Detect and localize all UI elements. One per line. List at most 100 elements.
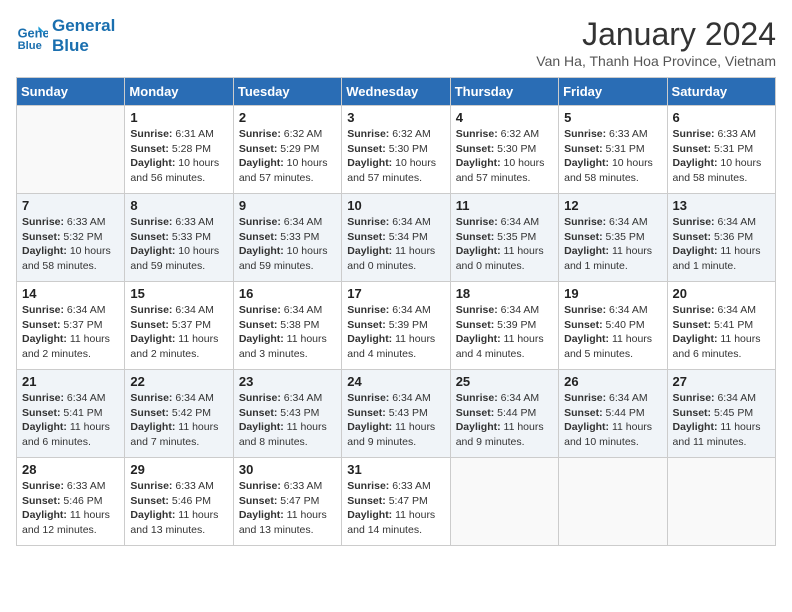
calendar-cell: 20Sunrise: 6:34 AMSunset: 5:41 PMDayligh… (667, 282, 775, 370)
day-details: Sunrise: 6:34 AMSunset: 5:37 PMDaylight:… (22, 303, 119, 362)
day-number: 13 (673, 198, 770, 213)
calendar-cell: 14Sunrise: 6:34 AMSunset: 5:37 PMDayligh… (17, 282, 125, 370)
day-details: Sunrise: 6:33 AMSunset: 5:33 PMDaylight:… (130, 215, 227, 274)
day-number: 4 (456, 110, 553, 125)
day-header-saturday: Saturday (667, 78, 775, 106)
day-number: 21 (22, 374, 119, 389)
day-number: 6 (673, 110, 770, 125)
day-details: Sunrise: 6:33 AMSunset: 5:46 PMDaylight:… (130, 479, 227, 538)
calendar-cell: 11 Sunrise: 6:34 AMSunset: 5:35 PMDayligh… (450, 194, 558, 282)
day-number: 19 (564, 286, 661, 301)
calendar-cell: 30 Sunrise: 6:33 AMSunset: 5:47 PMDayligh… (233, 458, 341, 546)
logo-icon: General Blue (16, 20, 48, 52)
day-details: Sunrise: 6:32 AMSunset: 5:30 PMDaylight:… (347, 127, 444, 186)
calendar-cell: 23 Sunrise: 6:34 AMSunset: 5:43 PMDayligh… (233, 370, 341, 458)
day-number: 22 (130, 374, 227, 389)
day-number: 29 (130, 462, 227, 477)
calendar-cell: 1 Sunrise: 6:31 AMSunset: 5:28 PMDaylight… (125, 106, 233, 194)
day-details: Sunrise: 6:33 AMSunset: 5:31 PMDaylight:… (673, 127, 770, 186)
day-number: 31 (347, 462, 444, 477)
calendar-cell: 31 Sunrise: 6:33 AMSunset: 5:47 PMDayligh… (342, 458, 450, 546)
day-details: Sunrise: 6:34 AMSunset: 5:39 PMDaylight:… (456, 303, 553, 362)
calendar-header-row: SundayMondayTuesdayWednesdayThursdayFrid… (17, 78, 776, 106)
day-details: Sunrise: 6:34 AMSunset: 5:43 PMDaylight:… (239, 391, 336, 450)
logo-text: GeneralBlue (52, 16, 115, 55)
day-details: Sunrise: 6:34 AMSunset: 5:39 PMDaylight:… (347, 303, 444, 362)
calendar-cell: 25 Sunrise: 6:34 AMSunset: 5:44 PMDayligh… (450, 370, 558, 458)
calendar-week-row: 21 Sunrise: 6:34 AMSunset: 5:41 PMDayligh… (17, 370, 776, 458)
day-number: 23 (239, 374, 336, 389)
day-details: Sunrise: 6:34 AMSunset: 5:41 PMDaylight:… (22, 391, 119, 450)
day-details: Sunrise: 6:34 AMSunset: 5:45 PMDaylight:… (673, 391, 770, 450)
calendar-table: SundayMondayTuesdayWednesdayThursdayFrid… (16, 77, 776, 546)
calendar-cell: 22Sunrise: 6:34 AMSunset: 5:42 PMDayligh… (125, 370, 233, 458)
day-header-thursday: Thursday (450, 78, 558, 106)
day-details: Sunrise: 6:34 AMSunset: 5:35 PMDaylight:… (456, 215, 553, 274)
day-number: 10 (347, 198, 444, 213)
page-header: General Blue GeneralBlue January 2024 Va… (16, 16, 776, 69)
day-details: Sunrise: 6:34 AMSunset: 5:40 PMDaylight:… (564, 303, 661, 362)
calendar-cell: 26Sunrise: 6:34 AMSunset: 5:44 PMDayligh… (559, 370, 667, 458)
calendar-cell: 29 Sunrise: 6:33 AMSunset: 5:46 PMDayligh… (125, 458, 233, 546)
day-number: 25 (456, 374, 553, 389)
calendar-cell: 15 Sunrise: 6:34 AMSunset: 5:37 PMDayligh… (125, 282, 233, 370)
calendar-cell: 24Sunrise: 6:34 AMSunset: 5:43 PMDayligh… (342, 370, 450, 458)
calendar-cell: 10Sunrise: 6:34 AMSunset: 5:34 PMDayligh… (342, 194, 450, 282)
title-block: January 2024 Van Ha, Thanh Hoa Province,… (536, 16, 776, 69)
day-details: Sunrise: 6:33 AMSunset: 5:32 PMDaylight:… (22, 215, 119, 274)
day-header-tuesday: Tuesday (233, 78, 341, 106)
day-number: 30 (239, 462, 336, 477)
day-number: 15 (130, 286, 227, 301)
day-number: 9 (239, 198, 336, 213)
day-number: 24 (347, 374, 444, 389)
day-details: Sunrise: 6:34 AMSunset: 5:44 PMDaylight:… (456, 391, 553, 450)
day-number: 20 (673, 286, 770, 301)
calendar-cell (667, 458, 775, 546)
calendar-cell: 13Sunrise: 6:34 AMSunset: 5:36 PMDayligh… (667, 194, 775, 282)
location-subtitle: Van Ha, Thanh Hoa Province, Vietnam (536, 53, 776, 69)
day-number: 5 (564, 110, 661, 125)
day-number: 11 (456, 198, 553, 213)
day-details: Sunrise: 6:34 AMSunset: 5:37 PMDaylight:… (130, 303, 227, 362)
calendar-cell: 9 Sunrise: 6:34 AMSunset: 5:33 PMDaylight… (233, 194, 341, 282)
calendar-cell: 7 Sunrise: 6:33 AMSunset: 5:32 PMDaylight… (17, 194, 125, 282)
day-number: 7 (22, 198, 119, 213)
calendar-cell (17, 106, 125, 194)
day-number: 12 (564, 198, 661, 213)
day-number: 27 (673, 374, 770, 389)
day-details: Sunrise: 6:31 AMSunset: 5:28 PMDaylight:… (130, 127, 227, 186)
day-details: Sunrise: 6:34 AMSunset: 5:33 PMDaylight:… (239, 215, 336, 274)
calendar-cell: 12 Sunrise: 6:34 AMSunset: 5:35 PMDayligh… (559, 194, 667, 282)
day-header-friday: Friday (559, 78, 667, 106)
day-details: Sunrise: 6:34 AMSunset: 5:35 PMDaylight:… (564, 215, 661, 274)
day-number: 8 (130, 198, 227, 213)
day-details: Sunrise: 6:33 AMSunset: 5:47 PMDaylight:… (347, 479, 444, 538)
day-number: 3 (347, 110, 444, 125)
day-number: 1 (130, 110, 227, 125)
day-header-monday: Monday (125, 78, 233, 106)
day-header-wednesday: Wednesday (342, 78, 450, 106)
day-details: Sunrise: 6:34 AMSunset: 5:38 PMDaylight:… (239, 303, 336, 362)
day-details: Sunrise: 6:32 AMSunset: 5:30 PMDaylight:… (456, 127, 553, 186)
day-number: 28 (22, 462, 119, 477)
calendar-cell (559, 458, 667, 546)
calendar-cell: 8 Sunrise: 6:33 AMSunset: 5:33 PMDaylight… (125, 194, 233, 282)
day-number: 2 (239, 110, 336, 125)
day-details: Sunrise: 6:33 AMSunset: 5:47 PMDaylight:… (239, 479, 336, 538)
logo: General Blue GeneralBlue (16, 16, 115, 55)
calendar-cell: 27 Sunrise: 6:34 AMSunset: 5:45 PMDayligh… (667, 370, 775, 458)
day-number: 26 (564, 374, 661, 389)
calendar-cell (450, 458, 558, 546)
calendar-cell: 18 Sunrise: 6:34 AMSunset: 5:39 PMDayligh… (450, 282, 558, 370)
calendar-cell: 16 Sunrise: 6:34 AMSunset: 5:38 PMDayligh… (233, 282, 341, 370)
calendar-week-row: 7 Sunrise: 6:33 AMSunset: 5:32 PMDaylight… (17, 194, 776, 282)
day-details: Sunrise: 6:33 AMSunset: 5:31 PMDaylight:… (564, 127, 661, 186)
calendar-cell: 3 Sunrise: 6:32 AMSunset: 5:30 PMDaylight… (342, 106, 450, 194)
day-number: 16 (239, 286, 336, 301)
calendar-cell: 5 Sunrise: 6:33 AMSunset: 5:31 PMDaylight… (559, 106, 667, 194)
day-number: 18 (456, 286, 553, 301)
calendar-cell: 17Sunrise: 6:34 AMSunset: 5:39 PMDayligh… (342, 282, 450, 370)
svg-text:General: General (18, 25, 48, 40)
calendar-week-row: 14Sunrise: 6:34 AMSunset: 5:37 PMDayligh… (17, 282, 776, 370)
calendar-cell: 6 Sunrise: 6:33 AMSunset: 5:31 PMDaylight… (667, 106, 775, 194)
